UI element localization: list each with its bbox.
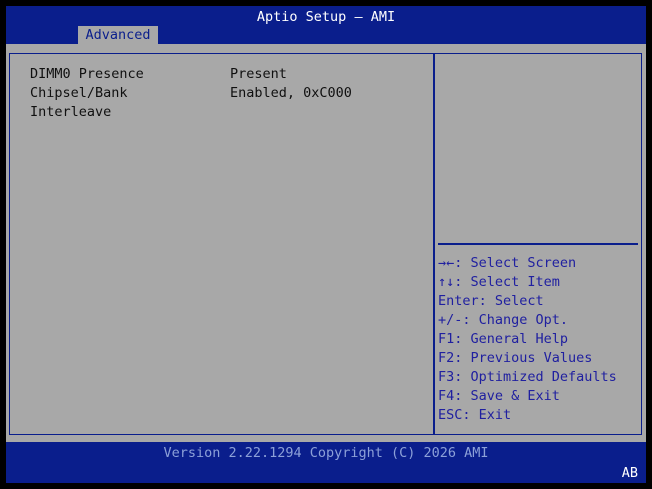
version-text: Version 2.22.1294 Copyright (C) 2026 AMI [163, 445, 489, 461]
help-select-screen: →←: Select Screen [438, 255, 577, 271]
help-optimized-defaults: F3: Optimized Defaults [438, 369, 617, 385]
vertical-divider [433, 53, 435, 435]
footer-bar: Version 2.22.1294 Copyright (C) 2026 AMI… [6, 442, 646, 483]
setting-value-chipsel-bank: Enabled, 0xC000 [230, 85, 352, 101]
help-select-item: ↑↓: Select Item [438, 274, 560, 290]
setting-label-interleave: Interleave [30, 104, 112, 120]
help-esc-exit: ESC: Exit [438, 407, 512, 423]
help-save-exit: F4: Save & Exit [438, 388, 560, 404]
help-change-opt: +/-: Change Opt. [438, 312, 569, 328]
setting-label-dimm0-presence: DIMM0 Presence [30, 66, 144, 82]
app-title: Aptio Setup – AMI [256, 9, 396, 25]
help-previous-values: F2: Previous Values [438, 350, 593, 366]
setting-label-chipsel-bank: Chipsel/Bank [30, 85, 128, 101]
tab-advanced[interactable]: Advanced [78, 26, 158, 44]
setting-value-dimm0-presence: Present [230, 66, 287, 82]
footer-badge: AB [621, 465, 638, 481]
help-divider [438, 243, 638, 245]
header-bar: Aptio Setup – AMI Advanced [6, 6, 646, 44]
help-enter-select: Enter: Select [438, 293, 544, 309]
key-help-list: →←: Select Screen ↑↓: Select Item Enter:… [438, 254, 617, 425]
main-panel: DIMM0 Presence Present Chipsel/Bank Enab… [6, 44, 646, 442]
bios-screen: Aptio Setup – AMI Advanced DIMM0 Presenc… [0, 0, 652, 489]
help-general-help: F1: General Help [438, 331, 569, 347]
